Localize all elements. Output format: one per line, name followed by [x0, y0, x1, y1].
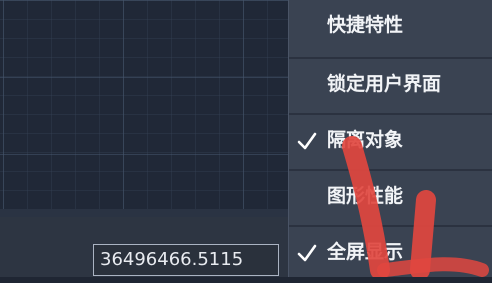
- menu-item-lock-ui[interactable]: 锁定用户界面: [289, 59, 492, 115]
- canvas-scroll-edge: [0, 209, 288, 217]
- checkmark-icon: [297, 132, 317, 150]
- model-space-canvas[interactable]: [0, 0, 288, 217]
- menu-item-label: 快捷特性: [327, 14, 404, 36]
- menu-item-label: 图形性能: [327, 185, 404, 207]
- menu-item-full-screen[interactable]: 全屏显示: [289, 227, 492, 283]
- checkmark-icon: [297, 244, 317, 262]
- status-bar-customization-menu: 快捷特性 锁定用户界面 隔离对象 图形性能 全屏显示: [288, 0, 492, 277]
- coordinate-readout: 36496466.5115: [93, 244, 279, 276]
- menu-item-label: 全屏显示: [327, 241, 404, 263]
- menu-item-quick-properties[interactable]: 快捷特性: [289, 0, 492, 56]
- menu-item-graphics-performance[interactable]: 图形性能: [289, 171, 492, 227]
- menu-item-label: 锁定用户界面: [327, 73, 442, 95]
- menu-item-isolate-objects[interactable]: 隔离对象: [289, 115, 492, 171]
- menu-item-label: 隔离对象: [327, 129, 404, 151]
